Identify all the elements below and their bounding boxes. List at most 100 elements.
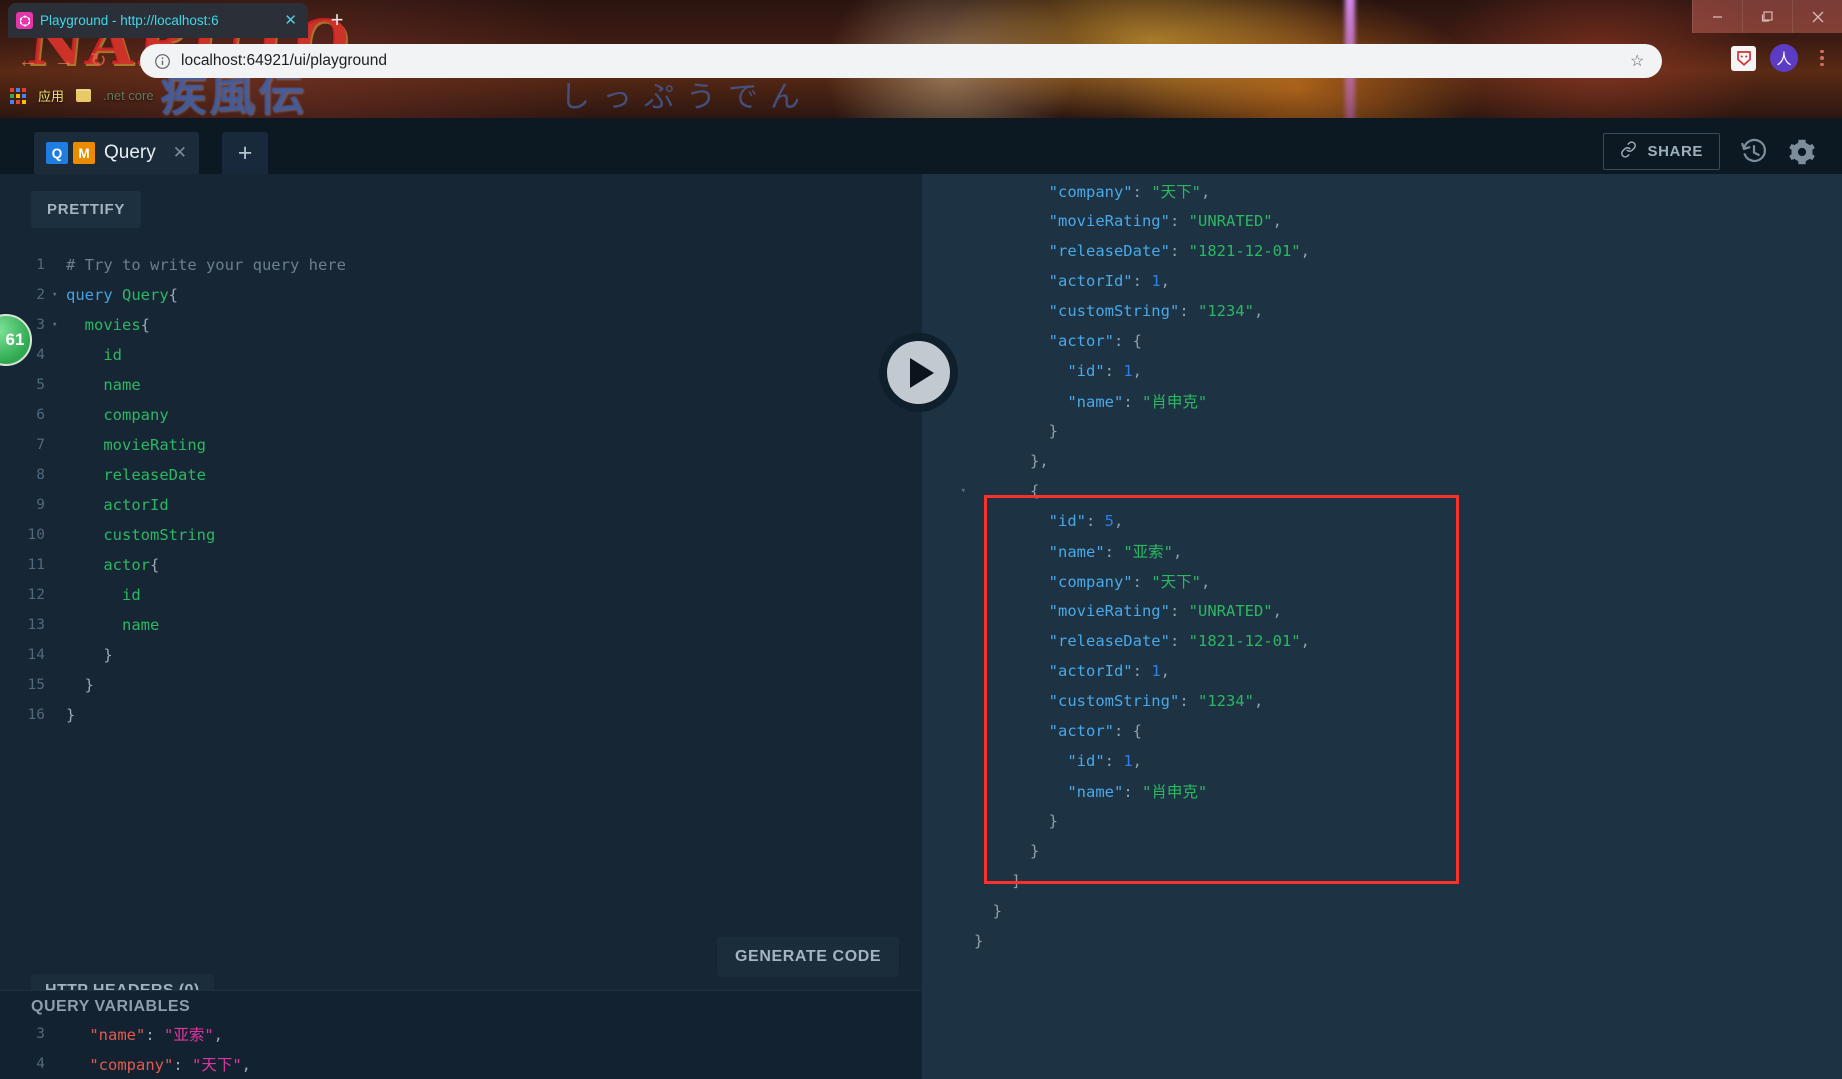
code-line: 3 "name": "亚索", [0,1019,922,1049]
response-text: "customString": "1234", [1048,302,1264,320]
minimize-icon[interactable] [1692,0,1742,33]
gear-icon[interactable] [1788,138,1816,166]
code-text: actorId [66,496,169,514]
line-number: 5 [36,377,45,393]
response-line: "name": "亚索", [922,536,1842,566]
extension-icon[interactable] [1731,45,1756,71]
response-line: } [922,836,1842,866]
back-icon[interactable]: ← [18,48,38,74]
response-text: "actor": { [1048,332,1142,350]
close-window-icon[interactable] [1792,0,1842,33]
response-line: }, [922,446,1842,476]
response-line: "movieRating": "UNRATED", [922,206,1842,236]
bookmark-star-icon[interactable]: ☆ [1630,51,1648,71]
link-icon [1620,141,1637,162]
query-editor[interactable]: 1 # Try to write your query here 2 ▾ query Q… [0,250,922,990]
response-line: ▾ { [922,476,1842,506]
play-icon [909,357,934,388]
code-line: 5 name [0,370,922,400]
execute-query-button[interactable] [879,333,958,412]
fold-arrow-icon[interactable]: ▾ [922,486,974,496]
response-line: "customString": "1234", [922,686,1842,716]
profile-avatar[interactable]: 人 [1770,44,1798,72]
code-line: 2 ▾ query Query{ [0,280,922,310]
code-line: 8 releaseDate [0,460,922,490]
code-line: 16} [0,700,922,730]
fold-arrow-icon[interactable]: ▾ [52,320,66,330]
line-number: 3 [36,1026,45,1042]
mutation-badge-icon: M [73,142,95,164]
response-text: "actorId": 1, [1048,272,1171,290]
code-line: 4 id [0,340,922,370]
close-icon[interactable]: ✕ [173,143,187,163]
new-session-button[interactable]: + [222,132,268,174]
response-line: } [922,896,1842,926]
response-text: } [974,422,1058,440]
screen: NARUTO 疾風伝 しっぷうでん Playground - http://lo… [0,0,1842,1079]
response-text: } [974,902,1002,920]
code-line: 14 } [0,640,922,670]
response-text: "id": 5, [1048,512,1124,530]
site-info-icon[interactable] [154,53,171,70]
code-text: # Try to write your query here [66,256,346,274]
reload-icon[interactable]: ↻ [90,48,107,74]
response-line: "releaseDate": "1821-12-01", [922,236,1842,266]
code-text: "company": "天下", [89,1056,252,1074]
browser-toolbar-right: 人 [1731,44,1832,72]
code-line: 12 id [0,580,922,610]
response-text: "movieRating": "UNRATED", [1048,602,1282,620]
line-number: 10 [27,527,45,543]
playground-session-tab[interactable]: Q M Query ✕ [34,132,199,174]
line-number: 2 [36,287,45,303]
response-text: "name": "亚索", [1048,543,1183,561]
code-text: } [66,676,94,694]
navigation-buttons: ← → ↻ [18,48,107,74]
browser-tab[interactable]: Playground - http://localhost:6 ✕ [8,3,308,38]
bookmark-netcore-label[interactable]: .net core [103,88,154,103]
new-tab-button[interactable]: + [320,6,354,36]
response-line: } [922,416,1842,446]
code-text: company [66,406,169,424]
graphql-playground: Q M Query ✕ + SHARE PRETTIFY 1 # Try to … [0,118,1842,1079]
share-button[interactable]: SHARE [1603,133,1720,170]
bookmark-apps-label[interactable]: 应用 [38,86,64,105]
code-line: 4 "company": "天下", [0,1049,922,1079]
browser-tab-strip: Playground - http://localhost:6 ✕ + [0,0,1842,38]
response-viewer[interactable]: "company": "天下", "movieRating": "UNRATED… [922,174,1842,1079]
forward-icon[interactable]: → [54,48,74,74]
browser-tab-title: Playground - http://localhost:6 [40,13,219,28]
code-text: } [66,706,76,724]
close-icon[interactable]: ✕ [281,13,300,28]
response-text: "actorId": 1, [1048,662,1171,680]
folder-icon[interactable] [76,89,92,102]
code-line: 11 actor{ [0,550,922,580]
response-text: "movieRating": "UNRATED", [1048,212,1282,230]
line-number: 12 [27,587,45,603]
history-icon[interactable] [1740,138,1768,166]
query-variables-editor[interactable]: 3 "name": "亚索",4 "company": "天下",5 "movi… [0,1019,922,1079]
response-line: ] [922,866,1842,896]
code-line: 1 # Try to write your query here [0,250,922,280]
line-number: 4 [36,1056,45,1072]
code-text: id [66,586,141,604]
response-line: "company": "天下", [922,176,1842,206]
code-text: customString [66,526,216,544]
address-bar[interactable]: localhost:64921/ui/playground ☆ [140,44,1662,78]
fold-arrow-icon[interactable]: ▾ [52,290,66,300]
address-input[interactable]: localhost:64921/ui/playground [181,52,1620,70]
apps-grid-icon[interactable] [10,87,26,104]
generate-code-button[interactable]: GENERATE CODE [717,937,900,977]
maximize-icon[interactable] [1742,0,1792,33]
code-text: } [66,646,113,664]
prettify-button[interactable]: PRETTIFY [31,191,142,228]
response-line: } [922,926,1842,956]
response-text: } [974,812,1058,830]
response-text: } [974,842,1040,860]
line-number: 8 [36,467,45,483]
code-line: 13 name [0,610,922,640]
line-number: 16 [27,707,45,723]
line-number: 6 [36,407,45,423]
browser-menu-icon[interactable] [1812,49,1832,67]
code-line: 10 customString [0,520,922,550]
response-line: "actor": { [922,716,1842,746]
